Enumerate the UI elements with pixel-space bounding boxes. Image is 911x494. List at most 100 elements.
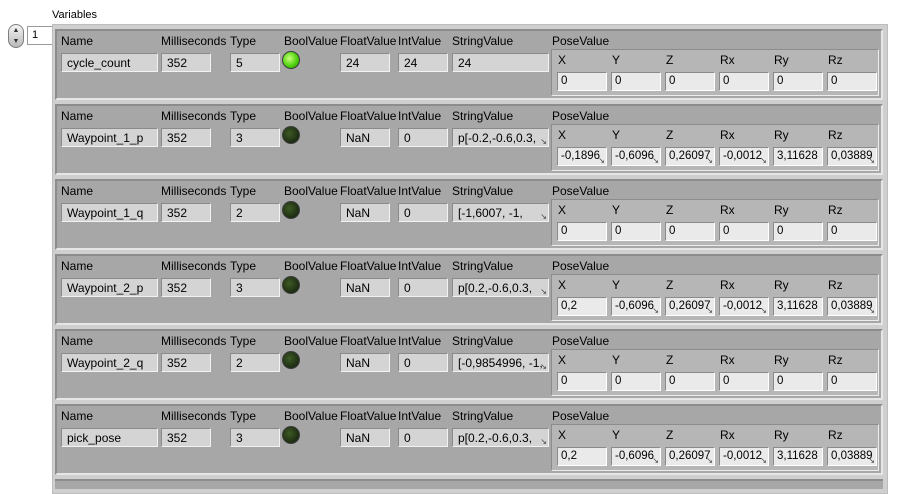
pose-axis-label-rx: Rx: [720, 203, 735, 217]
intvalue-field[interactable]: 0: [398, 353, 448, 372]
pose-rz-field[interactable]: 0,03889: [827, 147, 877, 166]
type-field[interactable]: 2: [230, 353, 280, 372]
pose-rz-field[interactable]: 0: [827, 72, 877, 91]
type-field[interactable]: 5: [230, 53, 280, 72]
pose-x-field[interactable]: 0: [557, 222, 607, 241]
name-field[interactable]: pick_pose: [61, 428, 158, 447]
pose-y-field[interactable]: -0,6096: [611, 297, 661, 316]
intvalue-field[interactable]: 0: [398, 278, 448, 297]
index-spinner[interactable]: ▲ ▼: [8, 24, 24, 48]
stringvalue-field[interactable]: 24: [452, 53, 549, 72]
name-field[interactable]: Waypoint_1_p: [61, 128, 158, 147]
pose-y-field[interactable]: -0,6096: [611, 447, 661, 466]
pose-ry-field[interactable]: 0: [773, 372, 823, 391]
stringvalue-field[interactable]: p[0.2,-0.6,0.3,: [452, 278, 549, 297]
stringvalue-field[interactable]: [-0,9854996, -1,: [452, 353, 549, 372]
intvalue-field[interactable]: 0: [398, 203, 448, 222]
milliseconds-label: Milliseconds: [161, 334, 227, 348]
milliseconds-field[interactable]: 352: [161, 128, 211, 147]
type-field[interactable]: 3: [230, 278, 280, 297]
type-field[interactable]: 3: [230, 428, 280, 447]
name-field[interactable]: Waypoint_2_q: [61, 353, 158, 372]
milliseconds-field[interactable]: 352: [161, 278, 211, 297]
pose-axis-label-x: X: [558, 278, 567, 292]
floatvalue-field[interactable]: NaN: [340, 203, 390, 222]
pose-rz-field[interactable]: 0,03889: [827, 447, 877, 466]
pose-z-field[interactable]: 0: [665, 222, 715, 241]
milliseconds-label: Milliseconds: [161, 184, 227, 198]
pose-y-field[interactable]: 0: [611, 372, 661, 391]
pose-rx-field[interactable]: -0,0012: [719, 297, 769, 316]
pose-rx-field[interactable]: 0: [719, 372, 769, 391]
intvalue-field[interactable]: 0: [398, 428, 448, 447]
name-field[interactable]: cycle_count: [61, 53, 158, 72]
floatvalue-label: FloatValue: [340, 334, 397, 348]
pose-axis-label-ry: Ry: [774, 53, 789, 67]
decrement-icon[interactable]: ▼: [9, 36, 23, 47]
variable-record: Name Milliseconds Type BoolValue FloatValue I…: [55, 104, 883, 175]
type-field[interactable]: 2: [230, 203, 280, 222]
name-field[interactable]: Waypoint_2_p: [61, 278, 158, 297]
pose-z-field[interactable]: 0: [665, 372, 715, 391]
posevalue-cluster: X 0 Y 0 Z 0 Rx 0 Ry 0 Rz 0: [551, 199, 879, 246]
pose-ry-field[interactable]: 0: [773, 72, 823, 91]
array-index-input[interactable]: 1: [27, 26, 55, 45]
pose-axis-label-y: Y: [612, 203, 621, 217]
pose-z-field[interactable]: 0,26097: [665, 147, 715, 166]
floatvalue-field[interactable]: NaN: [340, 278, 390, 297]
pose-axis-label-y: Y: [612, 353, 621, 367]
boolvalue-led-indicator: [282, 351, 300, 369]
milliseconds-field[interactable]: 352: [161, 203, 211, 222]
increment-icon[interactable]: ▲: [9, 25, 23, 36]
boolvalue-label: BoolValue: [284, 34, 338, 48]
pose-z-field[interactable]: 0,26097: [665, 447, 715, 466]
stringvalue-field[interactable]: [-1,6007, -1,: [452, 203, 549, 222]
name-label: Name: [61, 409, 94, 423]
floatvalue-field[interactable]: 24: [340, 53, 390, 72]
pose-rx-field[interactable]: -0,0012: [719, 147, 769, 166]
pose-axis-label-ry: Ry: [774, 353, 789, 367]
pose-ry-field[interactable]: 0: [773, 222, 823, 241]
milliseconds-label: Milliseconds: [161, 34, 227, 48]
pose-axis-label-ry: Ry: [774, 428, 789, 442]
name-label: Name: [61, 259, 94, 273]
pose-y-field[interactable]: -0,6096: [611, 147, 661, 166]
milliseconds-field[interactable]: 352: [161, 353, 211, 372]
type-label: Type: [230, 259, 257, 273]
pose-ry-field[interactable]: 3,11628: [773, 447, 823, 466]
pose-rx-field[interactable]: -0,0012: [719, 447, 769, 466]
stringvalue-field[interactable]: p[0.2,-0.6,0.3,: [452, 428, 549, 447]
posevalue-label: PoseValue: [552, 184, 610, 198]
array-index-control[interactable]: ▲ ▼ 1: [8, 24, 55, 48]
stringvalue-label: StringValue: [452, 409, 514, 423]
pose-rz-field[interactable]: 0,03889: [827, 297, 877, 316]
floatvalue-field[interactable]: NaN: [340, 128, 390, 147]
pose-y-field[interactable]: 0: [611, 222, 661, 241]
pose-axis-label-ry: Ry: [774, 278, 789, 292]
floatvalue-field[interactable]: NaN: [340, 353, 390, 372]
pose-rx-field[interactable]: 0: [719, 72, 769, 91]
type-field[interactable]: 3: [230, 128, 280, 147]
pose-rx-field[interactable]: 0: [719, 222, 769, 241]
floatvalue-field[interactable]: NaN: [340, 428, 390, 447]
pose-x-field[interactable]: 0: [557, 72, 607, 91]
pose-ry-field[interactable]: 3,11628: [773, 147, 823, 166]
posevalue-label: PoseValue: [552, 409, 610, 423]
pose-x-field[interactable]: 0,2: [557, 447, 607, 466]
intvalue-field[interactable]: 24: [398, 53, 448, 72]
pose-z-field[interactable]: 0,26097: [665, 297, 715, 316]
milliseconds-field[interactable]: 352: [161, 53, 211, 72]
name-field[interactable]: Waypoint_1_q: [61, 203, 158, 222]
stringvalue-field[interactable]: p[-0.2,-0.6,0.3,: [452, 128, 549, 147]
pose-x-field[interactable]: 0,2: [557, 297, 607, 316]
pose-rz-field[interactable]: 0: [827, 222, 877, 241]
pose-ry-field[interactable]: 3,11628: [773, 297, 823, 316]
type-label: Type: [230, 109, 257, 123]
pose-y-field[interactable]: 0: [611, 72, 661, 91]
intvalue-field[interactable]: 0: [398, 128, 448, 147]
pose-x-field[interactable]: -0,1896: [557, 147, 607, 166]
pose-z-field[interactable]: 0: [665, 72, 715, 91]
pose-x-field[interactable]: 0: [557, 372, 607, 391]
pose-rz-field[interactable]: 0: [827, 372, 877, 391]
milliseconds-field[interactable]: 352: [161, 428, 211, 447]
